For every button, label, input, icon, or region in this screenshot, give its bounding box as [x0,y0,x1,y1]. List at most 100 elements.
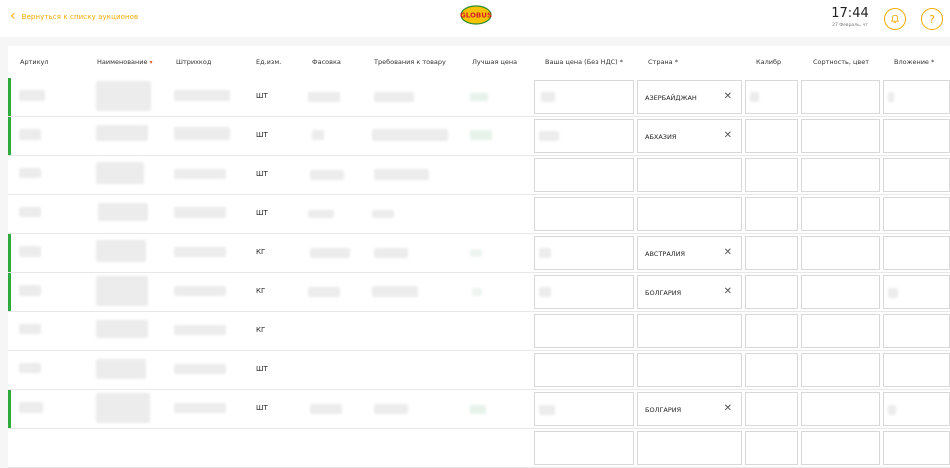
barcode-value [174,127,230,140]
unit-value: ШТ [256,209,268,217]
your-price-value [539,287,551,297]
table-row [8,429,950,468]
country-select[interactable] [637,197,742,231]
attachment-value [888,405,896,415]
product-thumbnail [96,393,150,423]
caliber-input[interactable] [745,119,798,153]
clear-country-icon[interactable]: ✕ [724,248,732,258]
grade-color-input[interactable] [801,158,880,192]
attachment-input[interactable] [883,158,950,192]
your-price-input[interactable] [534,197,634,231]
caliber-input[interactable] [745,353,798,387]
col-grade-color[interactable]: Сортность, цвет [813,58,869,66]
your-price-input[interactable] [534,158,634,192]
grade-color-input[interactable] [801,431,880,465]
your-price-input[interactable] [534,275,634,309]
col-unit[interactable]: Ед.изм. [256,58,281,66]
table-row: ШТ [8,195,950,234]
your-price-input[interactable] [534,353,634,387]
back-link-label: Вернуться к списку аукционов [21,12,139,21]
article-value [19,324,41,334]
product-thumbnail [96,162,144,184]
clear-country-icon[interactable]: ✕ [724,92,732,102]
your-price-input[interactable] [534,431,634,465]
grade-color-input[interactable] [801,197,880,231]
attachment-input[interactable] [883,431,950,465]
packing-value [308,92,340,102]
table-row: КГ [8,312,950,351]
attachment-input[interactable] [883,353,950,387]
clear-country-icon[interactable]: ✕ [724,287,732,297]
article-value [19,168,41,178]
attachment-input[interactable] [883,197,950,231]
col-name[interactable]: Наименование ▾ [97,58,153,66]
country-select[interactable]: БОЛГАРИЯ ✕ [637,392,742,426]
table-row: ШТ АБХАЗИЯ ✕ [8,117,950,156]
barcode-value [174,364,226,374]
attachment-input[interactable] [883,275,950,309]
country-select[interactable] [637,158,742,192]
col-best-price[interactable]: Лучшая цена [472,58,517,66]
your-price-input[interactable] [534,119,634,153]
your-price-value [539,248,551,258]
grade-color-input[interactable] [801,353,880,387]
grade-color-input[interactable] [801,119,880,153]
attachment-input[interactable] [883,236,950,270]
clear-country-icon[interactable]: ✕ [724,404,732,414]
requirements-value [374,169,429,180]
caliber-input[interactable] [745,431,798,465]
your-price-input[interactable] [534,80,634,114]
clock-date: 27 Февраль, чт [832,23,868,28]
col-your-price[interactable]: Ваша цена (Без НДС) * [545,58,623,66]
country-select[interactable]: АБХАЗИЯ ✕ [637,119,742,153]
your-price-input[interactable] [534,236,634,270]
col-article[interactable]: Артикул [20,58,49,66]
attachment-input[interactable] [883,119,950,153]
grade-color-input[interactable] [801,314,880,348]
clear-country-icon[interactable]: ✕ [724,131,732,141]
attachment-input[interactable] [883,80,950,114]
country-select[interactable]: АВСТРАЛИЯ ✕ [637,236,742,270]
packing-value [308,210,334,218]
col-caliber[interactable]: Калибр [756,58,781,66]
article-value [19,207,41,217]
country-select[interactable]: АЗЕРБАЙДЖАН ✕ [637,80,742,114]
country-select[interactable] [637,314,742,348]
requirements-value [374,248,408,258]
attachment-value [888,288,898,298]
table-row: КГ БОЛГАРИЯ ✕ [8,273,950,312]
your-price-input[interactable] [534,314,634,348]
col-requirements[interactable]: Требования к товару [374,58,446,66]
col-barcode[interactable]: Штрихкод [176,58,211,66]
col-packing[interactable]: Фасовка [312,58,341,66]
notifications-button[interactable] [884,8,906,30]
article-value [19,129,41,140]
caliber-input[interactable] [745,158,798,192]
caliber-input[interactable] [745,275,798,309]
packing-value [310,248,350,258]
grade-color-input[interactable] [801,275,880,309]
caliber-input[interactable] [745,80,798,114]
country-select[interactable] [637,353,742,387]
back-to-auctions-link[interactable]: ‹ Вернуться к списку аукционов [10,9,139,23]
country-select[interactable] [637,431,742,465]
country-select[interactable]: БОЛГАРИЯ ✕ [637,275,742,309]
attachment-input[interactable] [883,314,950,348]
caliber-input[interactable] [745,392,798,426]
grade-color-input[interactable] [801,236,880,270]
attachment-input[interactable] [883,392,950,426]
barcode-value [174,169,226,179]
caliber-input[interactable] [745,314,798,348]
your-price-input[interactable] [534,392,634,426]
caliber-input[interactable] [745,197,798,231]
grade-color-input[interactable] [801,392,880,426]
grade-color-input[interactable] [801,80,880,114]
col-country[interactable]: Страна * [648,58,678,66]
product-thumbnail [98,203,148,221]
barcode-value [174,286,226,296]
help-button[interactable]: ? [921,8,943,30]
col-attachment[interactable]: Вложение * [894,58,934,66]
table-header: Артикул Наименование ▾ Штрихкод Ед.изм. Ф… [8,46,950,78]
col-name-label: Наименование [97,58,148,66]
caliber-input[interactable] [745,236,798,270]
